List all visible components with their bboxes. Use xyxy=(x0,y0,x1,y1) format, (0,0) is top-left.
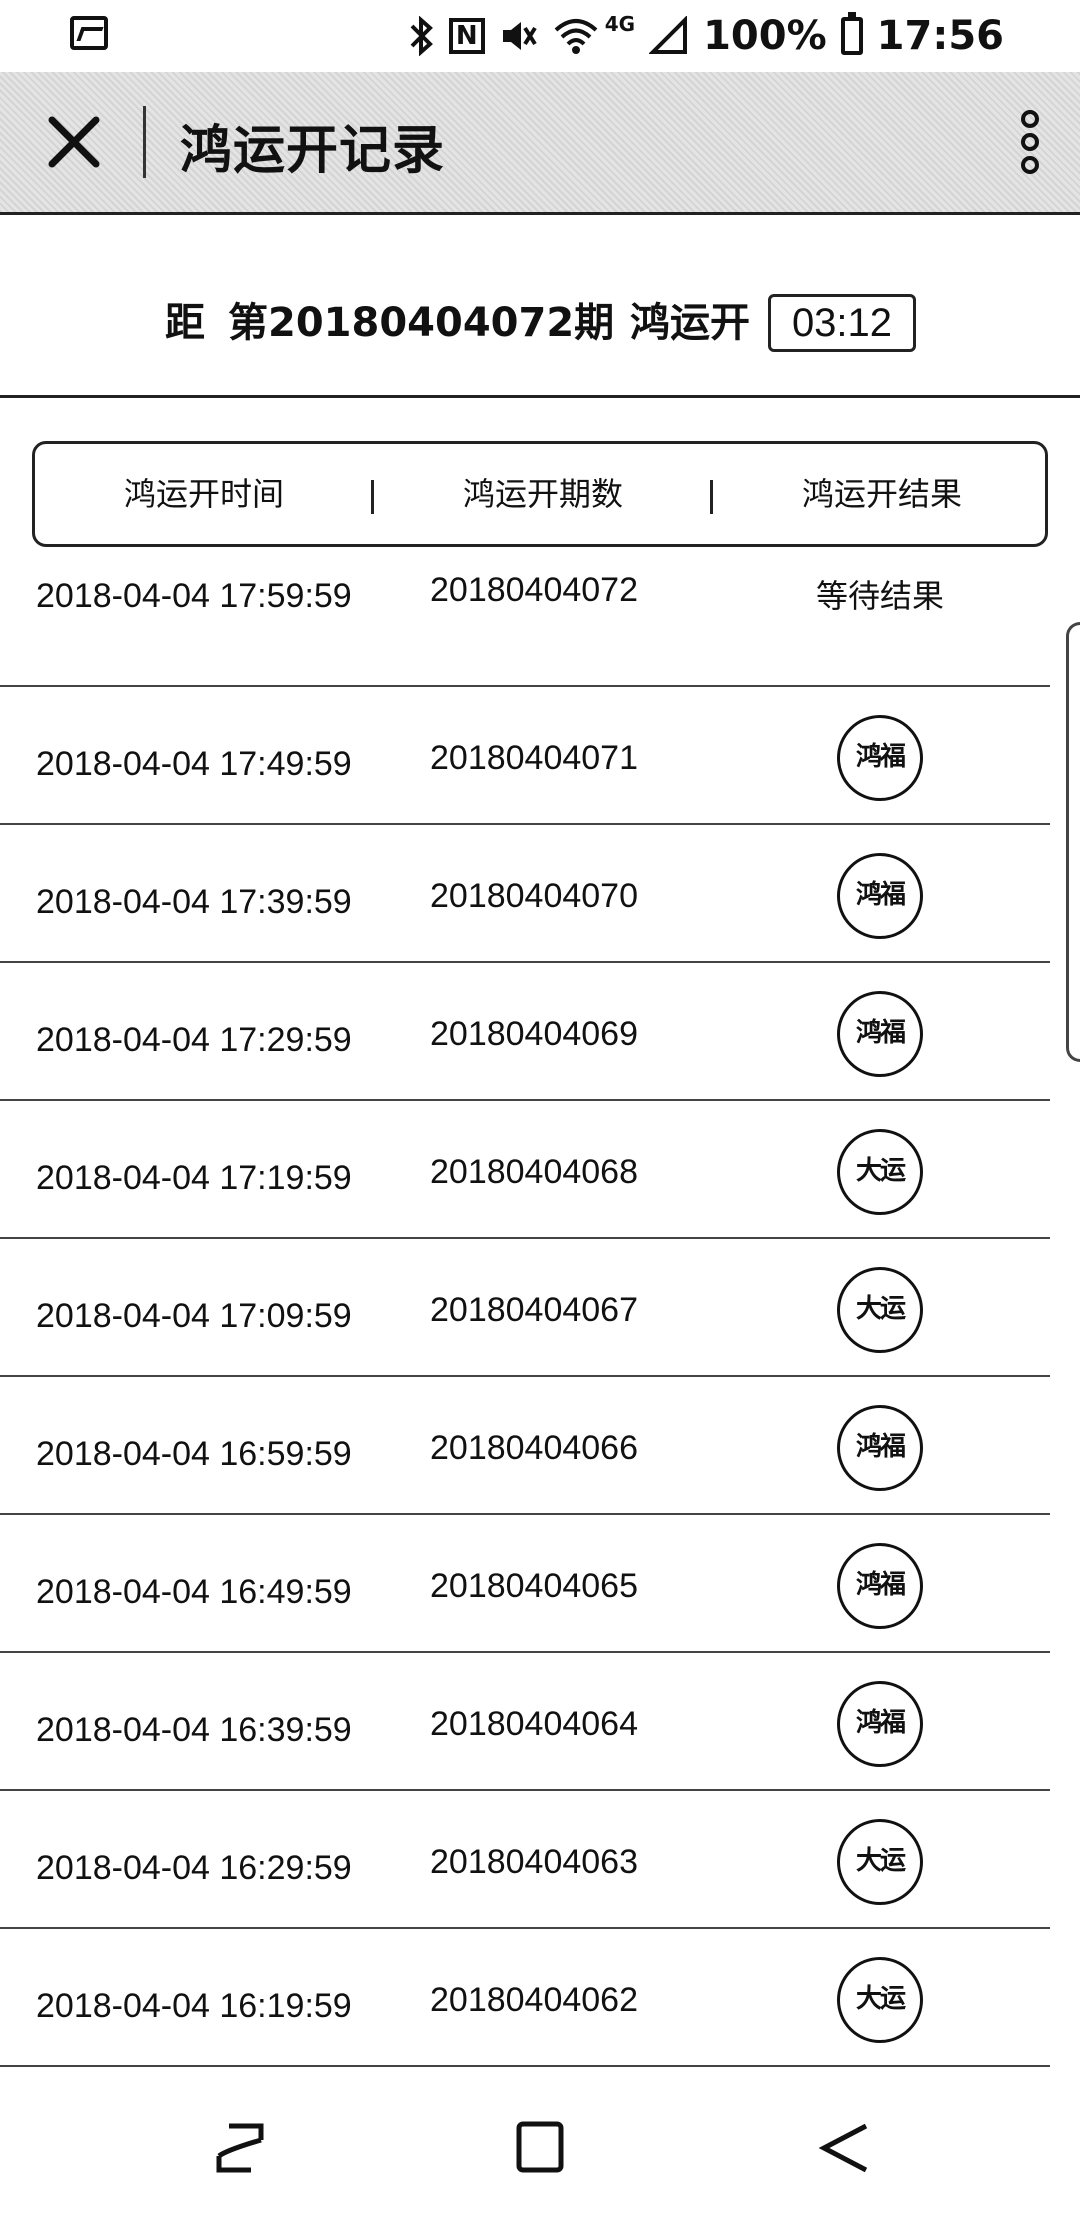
close-icon xyxy=(48,116,100,168)
recents-button[interactable] xyxy=(205,2118,275,2178)
more-options-button[interactable] xyxy=(1000,102,1060,182)
status-icons: N 4G 100% 17:56 xyxy=(409,10,1004,62)
row-issue: 20180404072 xyxy=(430,571,639,609)
row-time: 2018-04-04 17:19:59 xyxy=(36,1159,352,1197)
row-time: 2018-04-04 16:39:59 xyxy=(36,1711,352,1749)
back-icon xyxy=(818,2123,868,2173)
bluetooth-icon xyxy=(410,16,433,56)
row-issue: 20180404070 xyxy=(430,877,639,915)
table-row[interactable]: 2018-04-04 17:59:59 20180404072 等待结果 xyxy=(0,547,1050,687)
result-badge: 鸿福 xyxy=(837,1543,923,1629)
row-result: 大运 xyxy=(780,1819,980,1905)
result-badge: 鸿福 xyxy=(837,991,923,1077)
row-time: 2018-04-04 17:39:59 xyxy=(36,883,352,921)
clock: 17:56 xyxy=(876,13,1004,59)
table-header: 鸿运开时间 鸿运开期数 鸿运开结果 xyxy=(32,441,1048,547)
table-row[interactable]: 2018-04-04 16:49:59 20180404065 鸿福 xyxy=(0,1513,1050,1653)
signal-icon xyxy=(649,16,688,54)
result-badge: 大运 xyxy=(837,1957,923,2043)
result-badge: 大运 xyxy=(837,1129,923,1215)
row-issue: 20180404063 xyxy=(430,1843,639,1881)
row-issue: 20180404062 xyxy=(430,1981,639,2019)
row-time: 2018-04-04 16:59:59 xyxy=(36,1435,352,1473)
countdown-issue: 第20180404072期 xyxy=(228,300,615,346)
table-row[interactable]: 2018-04-04 17:19:59 20180404068 大运 xyxy=(0,1099,1050,1239)
table-row[interactable]: 2018-04-04 16:19:59 20180404062 大运 xyxy=(0,1927,1050,2067)
countdown-timer: 03:12 xyxy=(768,294,916,352)
countdown-game-name: 鸿运开 xyxy=(630,300,750,346)
countdown-panel: 距 第20180404072期 鸿运开 03:12 xyxy=(0,215,1080,398)
back-button[interactable] xyxy=(810,2118,880,2178)
gallery-icon xyxy=(70,16,108,50)
row-result: 大运 xyxy=(780,1129,980,1215)
recents-icon xyxy=(216,2123,264,2173)
result-badge: 鸿福 xyxy=(837,853,923,939)
battery-percent: 100% xyxy=(703,13,827,59)
table-row[interactable]: 2018-04-04 16:59:59 20180404066 鸿福 xyxy=(0,1375,1050,1515)
row-result: 鸿福 xyxy=(780,1543,980,1629)
row-time: 2018-04-04 17:59:59 xyxy=(36,577,352,615)
table-row[interactable]: 2018-04-04 16:29:59 20180404063 大运 xyxy=(0,1789,1050,1929)
result-badge: 鸿福 xyxy=(837,715,923,801)
wifi-icon xyxy=(554,19,598,54)
row-issue: 20180404068 xyxy=(430,1153,639,1191)
edge-panel-handle[interactable] xyxy=(1066,622,1080,1062)
status-bar: N 4G 100% 17:56 xyxy=(0,0,1080,72)
result-badge: 鸿福 xyxy=(837,1681,923,1767)
row-issue: 20180404069 xyxy=(430,1015,639,1053)
nfc-label: N xyxy=(455,21,478,51)
network-type: 4G xyxy=(604,12,636,36)
row-result: 大运 xyxy=(780,1957,980,2043)
countdown-distance-label: 距 xyxy=(165,300,205,346)
row-time: 2018-04-04 17:29:59 xyxy=(36,1021,352,1059)
row-issue: 20180404067 xyxy=(430,1291,639,1329)
row-issue: 20180404071 xyxy=(430,739,639,777)
row-result: 鸿福 xyxy=(780,1405,980,1491)
result-badge: 鸿福 xyxy=(837,1405,923,1491)
result-pending: 等待结果 xyxy=(815,577,944,615)
table-row[interactable]: 2018-04-04 17:09:59 20180404067 大运 xyxy=(0,1237,1050,1377)
status-left xyxy=(70,16,108,50)
row-time: 2018-04-04 17:49:59 xyxy=(36,745,352,783)
row-issue: 20180404065 xyxy=(430,1567,639,1605)
row-result: 大运 xyxy=(780,1267,980,1353)
header-result: 鸿运开结果 xyxy=(801,475,962,513)
row-time: 2018-04-04 16:29:59 xyxy=(36,1849,352,1887)
page-title: 鸿运开记录 xyxy=(180,121,446,181)
row-time: 2018-04-04 17:09:59 xyxy=(36,1297,352,1335)
mute-icon xyxy=(502,22,537,50)
home-button[interactable] xyxy=(505,2118,575,2178)
table-row[interactable]: 2018-04-04 16:39:59 20180404064 鸿福 xyxy=(0,1651,1050,1791)
header-time: 鸿运开时间 xyxy=(123,475,284,513)
table-row[interactable]: 2018-04-04 17:29:59 20180404069 鸿福 xyxy=(0,961,1050,1101)
navigation-bar xyxy=(0,2078,1080,2220)
app-bar: 鸿运开记录 xyxy=(0,72,1080,215)
result-badge: 大运 xyxy=(837,1267,923,1353)
app-bar-divider xyxy=(143,106,146,178)
row-issue: 20180404064 xyxy=(430,1705,639,1743)
nfc-icon: N xyxy=(448,18,485,54)
table-row[interactable]: 2018-04-04 17:39:59 20180404070 鸿福 xyxy=(0,823,1050,963)
row-result: 鸿福 xyxy=(780,853,980,939)
row-result: 鸿福 xyxy=(780,715,980,801)
row-issue: 20180404066 xyxy=(430,1429,639,1467)
more-vert-icon xyxy=(1021,110,1039,174)
home-icon xyxy=(516,2121,564,2173)
row-time: 2018-04-04 16:19:59 xyxy=(36,1987,352,2025)
header-issue: 鸿运开期数 xyxy=(462,475,623,513)
table-row[interactable]: 2018-04-04 17:49:59 20180404071 鸿福 xyxy=(0,685,1050,825)
result-badge: 大运 xyxy=(837,1819,923,1905)
row-result: 鸿福 xyxy=(780,991,980,1077)
close-button[interactable] xyxy=(34,102,114,182)
row-time: 2018-04-04 16:49:59 xyxy=(36,1573,352,1611)
row-result: 等待结果 xyxy=(780,571,980,617)
row-result: 鸿福 xyxy=(780,1681,980,1767)
battery-icon xyxy=(840,12,863,55)
